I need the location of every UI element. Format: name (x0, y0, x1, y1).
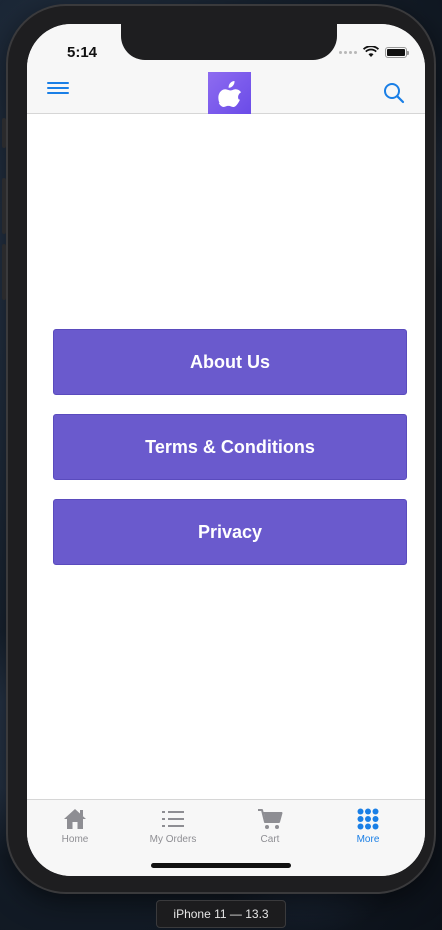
terms-conditions-button[interactable]: Terms & Conditions (53, 414, 407, 480)
cart-icon (257, 806, 283, 832)
privacy-button[interactable]: Privacy (53, 499, 407, 565)
simulator-device-label: iPhone 11 — 13.3 (156, 900, 286, 928)
tab-cart[interactable]: Cart (230, 806, 310, 846)
main-content: About Us Terms & Conditions Privacy (27, 115, 425, 799)
tab-my-orders[interactable]: My Orders (133, 806, 213, 846)
navigation-bar (27, 68, 425, 114)
status-time: 5:14 (67, 44, 98, 61)
home-indicator[interactable] (151, 863, 291, 868)
volume-up-button (2, 178, 6, 234)
tab-my-orders-label: My Orders (149, 834, 197, 845)
silent-switch (2, 118, 6, 148)
status-indicators (339, 46, 409, 58)
wifi-icon (363, 46, 379, 57)
apple-logo-icon (208, 72, 251, 114)
phone-screen: 5:14 About Us Terms & Conditions Privacy… (27, 24, 425, 876)
tab-home-label: Home (61, 834, 89, 845)
home-icon (62, 806, 88, 832)
search-icon[interactable] (383, 82, 405, 104)
notch (121, 24, 337, 60)
tab-home[interactable]: Home (35, 806, 115, 846)
battery-icon (385, 46, 409, 58)
tab-more-label: More (356, 834, 380, 845)
tab-more[interactable]: More (328, 806, 408, 846)
list-icon (160, 806, 186, 832)
about-us-button[interactable]: About Us (53, 329, 407, 395)
tab-cart-label: Cart (260, 834, 280, 845)
grid-dots-icon (355, 806, 381, 832)
volume-down-button (2, 244, 6, 300)
hamburger-menu-icon[interactable] (47, 82, 69, 100)
cellular-signal-icon (339, 50, 357, 54)
